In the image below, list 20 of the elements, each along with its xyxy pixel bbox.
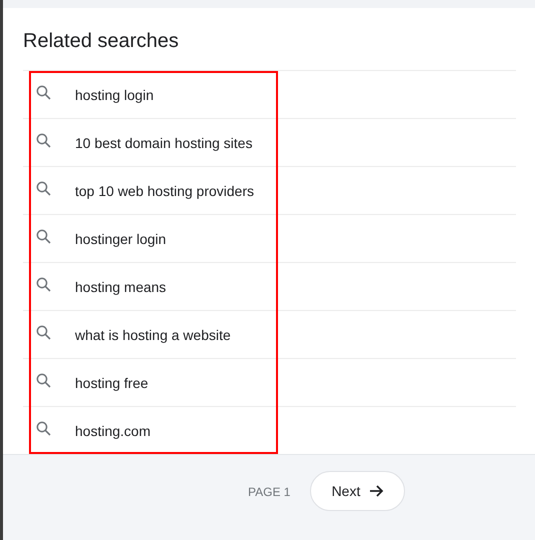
search-icon: [36, 373, 51, 388]
search-icon: [36, 421, 51, 436]
arrow-right-icon: [370, 485, 384, 497]
search-suggestion-link[interactable]: hosting free: [75, 374, 148, 390]
search-suggestion-link[interactable]: hostinger login: [75, 230, 166, 246]
search-suggestion-link[interactable]: hosting.com: [75, 422, 150, 438]
search-suggestion-link[interactable]: what is hosting a website: [75, 326, 231, 342]
search-suggestion-link[interactable]: hosting login: [75, 86, 154, 102]
search-icon: [36, 325, 51, 340]
search-icon: [36, 181, 51, 196]
section-title: Related searches: [23, 29, 180, 54]
search-icon: [36, 229, 51, 244]
next-button[interactable]: Next: [310, 471, 406, 511]
search-icon: [36, 277, 51, 292]
search-suggestion-link[interactable]: hosting means: [75, 278, 166, 294]
page-number: PAGE 1: [248, 485, 290, 499]
search-icon: [36, 133, 51, 148]
search-icon: [36, 85, 51, 100]
search-suggestion-link[interactable]: 10 best domain hosting sites: [75, 134, 252, 150]
search-suggestion-link[interactable]: top 10 web hosting providers: [75, 182, 254, 198]
